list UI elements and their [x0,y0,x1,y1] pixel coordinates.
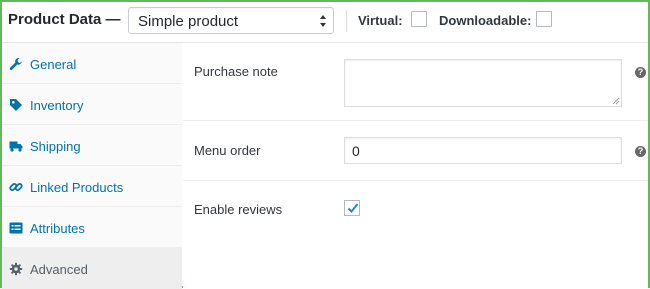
advanced-options-panel: Purchase note ? Menu order 0 ? Enable re… [183,43,648,288]
product-type-select[interactable]: Simple product [128,7,334,34]
wrench-icon [9,58,22,70]
purchase-note-label: Purchase note [194,64,278,79]
virtual-checkbox[interactable] [411,11,427,27]
enable-reviews-checkbox[interactable] [344,200,360,216]
tab-label-shipping: Shipping [30,139,81,154]
header-divider [346,10,347,32]
tab-shipping[interactable]: Shipping [2,125,182,166]
link-icon [9,183,23,191]
tab-label-linked-products: Linked Products [30,180,124,195]
select-arrows-icon [320,15,326,27]
tab-inventory[interactable]: Inventory [2,84,182,125]
gear-icon [9,262,23,276]
purchase-note-help-icon[interactable]: ? [635,67,646,78]
tab-label-attributes: Attributes [30,221,85,236]
downloadable-label: Downloadable: [439,13,532,28]
purchase-note-row: Purchase note ? [183,43,648,121]
panel-title: Product Data — [8,11,121,28]
list-icon [9,222,23,234]
menu-order-input[interactable]: 0 [344,137,622,164]
tab-general[interactable]: General [2,43,182,84]
tag-icon [10,99,22,111]
tab-linked-products[interactable]: Linked Products [2,166,182,207]
menu-order-label: Menu order [194,143,261,158]
enable-reviews-label: Enable reviews [194,202,283,217]
virtual-label: Virtual: [358,13,403,28]
truck-icon [9,141,23,152]
product-type-value: Simple product [138,13,239,30]
purchase-note-textarea[interactable] [344,59,622,107]
menu-order-value: 0 [352,143,360,159]
tab-attributes[interactable]: Attributes [2,207,182,248]
product-data-tabs: General Inventory Shipping Linked Produc… [2,43,182,289]
checkmark-icon [347,203,359,213]
tab-label-advanced: Advanced [30,262,88,277]
product-data-panel: Product Data — Simple product Virtual: D… [0,0,650,289]
tab-label-general: General [30,57,77,72]
enable-reviews-row: Enable reviews [183,181,648,231]
downloadable-checkbox[interactable] [536,11,552,27]
menu-order-help-icon[interactable]: ? [635,146,646,157]
resize-grip-icon[interactable] [612,97,620,105]
panel-header: Product Data — Simple product Virtual: D… [2,2,648,43]
tab-label-inventory: Inventory [30,98,84,113]
tab-advanced[interactable]: Advanced [2,248,182,289]
menu-order-row: Menu order 0 ? [183,121,648,181]
